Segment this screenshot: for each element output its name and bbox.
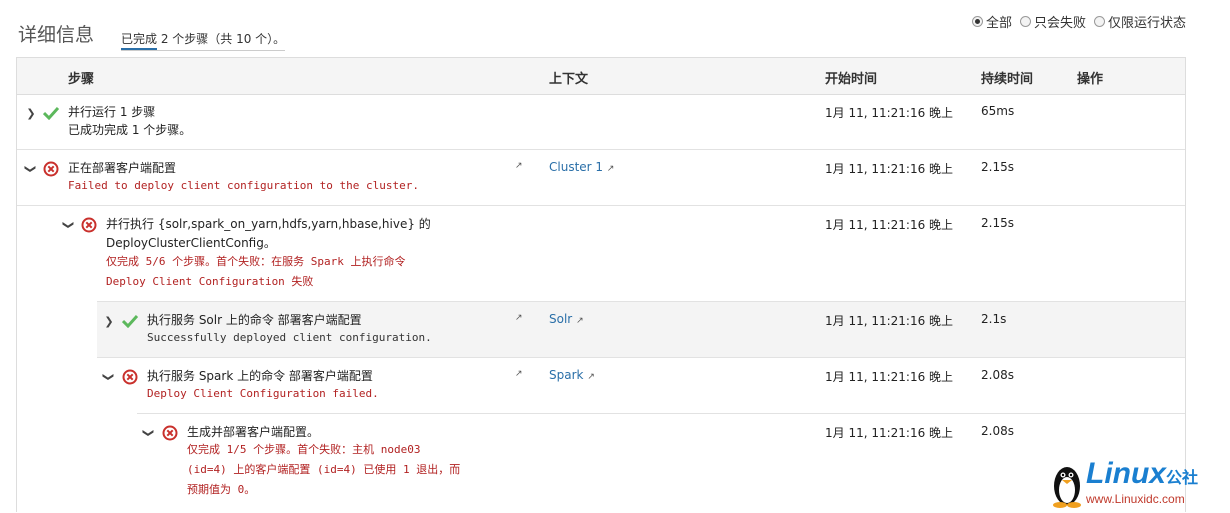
- external-link-icon: ↗: [606, 164, 615, 174]
- context-link-cluster[interactable]: Cluster 1 ↗: [549, 160, 614, 174]
- duration: 2.1s: [981, 312, 1007, 326]
- progress-count: 2 个步骤（共 10 个）。: [157, 32, 286, 46]
- step-error-message: 仅完成 1/5 个步骤。首个失败：主机 node03: [187, 443, 421, 456]
- collapse-chevron-icon[interactable]: ❯: [103, 371, 116, 383]
- filter-failed-only[interactable]: 只会失败: [1019, 12, 1086, 31]
- checkmark-icon: [43, 106, 59, 120]
- status-filter: 全部 只会失败 仅限运行状态: [971, 12, 1186, 31]
- error-circle-x-icon: [81, 217, 97, 233]
- collapse-chevron-icon[interactable]: ❯: [143, 427, 156, 439]
- step-error-message: Deploy Client Configuration failed.: [147, 387, 379, 400]
- duration: 2.08s: [981, 368, 1014, 382]
- page-title: 详细信息: [18, 24, 95, 46]
- step-message: 已成功完成 1 个步骤。: [68, 123, 192, 137]
- external-link-icon: ↗: [587, 372, 595, 382]
- step-title: 并行运行 1 步骤: [68, 105, 156, 119]
- radio-failed-only[interactable]: [1019, 16, 1031, 27]
- duration: 65ms: [981, 104, 1015, 118]
- watermark-url: www.Linuxidc.com: [1086, 492, 1185, 506]
- start-time: 1月 11, 11:21:16 晚上: [825, 426, 954, 440]
- table-row: ❯ 并行执行 {solr,spark_on_yarn,hdfs,yarn,hba…: [17, 205, 1185, 302]
- table-row: ❯ 生成并部署客户端配置。 仅完成 1/5 个步骤。首个失败：主机 node03…: [137, 413, 1185, 512]
- external-link-icon[interactable]: ↗: [515, 313, 523, 323]
- progress-done-label: 已完成: [121, 32, 158, 50]
- steps-table: 步骤 上下文 开始时间 持续时间 操作 ❯ 并行运行 1 步骤 已成功完成 1 …: [16, 57, 1186, 512]
- table-row: ❯ 正在部署客户端配置 Failed to deploy client conf…: [17, 149, 1185, 206]
- step-title: 生成并部署客户端配置。: [187, 425, 320, 439]
- expand-chevron-icon[interactable]: ❯: [25, 107, 37, 120]
- external-link-icon[interactable]: ↗: [515, 161, 523, 171]
- step-error-message: Failed to deploy client configuration to…: [68, 179, 419, 192]
- context-link-spark[interactable]: Spark ↗: [549, 368, 595, 382]
- external-link-icon[interactable]: ↗: [515, 369, 523, 379]
- collapse-chevron-icon[interactable]: ❯: [25, 163, 38, 175]
- table-row: ❯ 并行运行 1 步骤 已成功完成 1 个步骤。 1月 11, 11:21:16…: [17, 94, 1185, 149]
- step-title: 并行执行 {solr,spark_on_yarn,hdfs,yarn,hbase…: [106, 217, 431, 231]
- step-error-message: 仅完成 5/6 个步骤。首个失败：在服务 Spark 上执行命令: [106, 255, 406, 268]
- filter-all[interactable]: 全部: [971, 12, 1012, 31]
- duration: 2.08s: [981, 424, 1014, 438]
- step-title: 执行服务 Solr 上的命令 部署客户端配置: [147, 313, 362, 327]
- start-time: 1月 11, 11:21:16 晚上: [825, 370, 954, 384]
- watermark-suffix: 公社: [1166, 470, 1199, 487]
- error-circle-x-icon: [43, 161, 59, 177]
- step-title: 正在部署客户端配置: [68, 161, 177, 175]
- expand-chevron-icon[interactable]: ❯: [103, 315, 115, 328]
- progress-summary: 已完成 2 个步骤（共 10 个）。: [121, 30, 286, 51]
- duration: 2.15s: [981, 160, 1014, 174]
- collapse-chevron-icon[interactable]: ❯: [63, 219, 76, 231]
- error-circle-x-icon: [122, 369, 138, 385]
- column-context: 上下文: [549, 72, 589, 87]
- step-error-message-cont: 预期值为 0。: [187, 483, 256, 496]
- table-row: ❯ 执行服务 Spark 上的命令 部署客户端配置 Deploy Client …: [97, 357, 1185, 414]
- column-duration: 持续时间: [981, 72, 1034, 87]
- start-time: 1月 11, 11:21:16 晚上: [825, 162, 954, 176]
- watermark-logo: Linux公社 www.Linuxidc.com: [1050, 458, 1226, 510]
- watermark-brand: Linux: [1086, 457, 1166, 490]
- step-error-message-cont: (id=4) 上的客户端配置 (id=4) 已使用 1 退出，而: [187, 463, 461, 476]
- external-link-icon: ↗: [576, 316, 584, 326]
- column-start-time: 开始时间: [825, 72, 878, 87]
- start-time: 1月 11, 11:21:16 晚上: [825, 218, 954, 232]
- column-action: 操作: [1077, 72, 1104, 87]
- context-link-solr[interactable]: Solr ↗: [549, 312, 584, 326]
- duration: 2.15s: [981, 216, 1014, 230]
- start-time: 1月 11, 11:21:16 晚上: [825, 106, 954, 120]
- radio-all[interactable]: [971, 16, 983, 27]
- radio-running-only[interactable]: [1093, 16, 1105, 27]
- error-circle-x-icon: [162, 425, 178, 441]
- step-error-message-cont: Deploy Client Configuration 失败: [106, 275, 314, 288]
- column-step: 步骤: [68, 72, 95, 87]
- step-message: Successfully deployed client configurati…: [147, 331, 432, 344]
- checkmark-icon: [122, 314, 138, 328]
- filter-running-only[interactable]: 仅限运行状态: [1093, 12, 1186, 31]
- table-header: 步骤 上下文 开始时间 持续时间 操作: [17, 58, 1185, 95]
- step-title-cont: DeployClusterClientConfig。: [106, 236, 276, 250]
- table-row: ❯ 执行服务 Solr 上的命令 部署客户端配置 Successfully de…: [97, 301, 1185, 358]
- start-time: 1月 11, 11:21:16 晚上: [825, 314, 954, 328]
- step-title: 执行服务 Spark 上的命令 部署客户端配置: [147, 369, 373, 383]
